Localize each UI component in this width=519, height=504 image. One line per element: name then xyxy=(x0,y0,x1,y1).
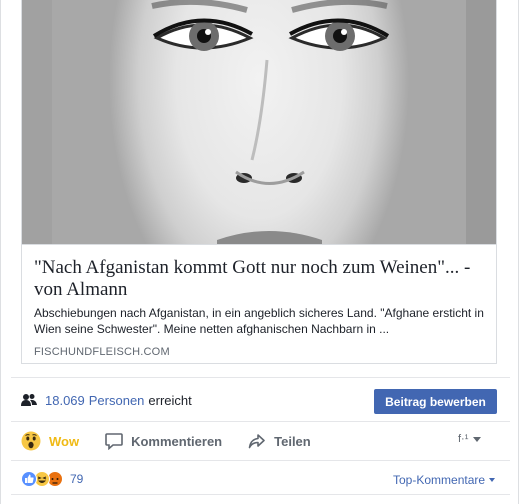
divider xyxy=(11,494,510,495)
reach-row: 18.069 Personen erreicht xyxy=(21,390,192,410)
preview-description: Abschiebungen nach Afganistan, in ein an… xyxy=(34,306,484,336)
language-label: f·¹ xyxy=(458,433,469,445)
wow-label: Wow xyxy=(49,433,80,449)
comment-sort-dropdown[interactable]: Top-Kommentare xyxy=(393,473,496,487)
divider xyxy=(11,460,510,461)
wow-reaction-button[interactable]: Wow xyxy=(21,431,79,451)
share-button[interactable]: Teilen xyxy=(248,432,311,450)
comment-icon xyxy=(105,433,123,450)
preview-title[interactable]: "Nach Afganistan kommt Gott nur noch zum… xyxy=(34,257,486,301)
wow-icon xyxy=(21,431,41,451)
chevron-down-icon xyxy=(489,478,496,482)
preview-image[interactable] xyxy=(22,0,496,245)
people-icon xyxy=(21,394,37,406)
link-preview[interactable]: "Nach Afganistan kommt Gott nur noch zum… xyxy=(21,0,497,364)
share-label: Teilen xyxy=(274,433,311,449)
divider xyxy=(11,377,510,378)
comment-label: Kommentieren xyxy=(131,433,223,449)
divider xyxy=(11,421,510,422)
reach-suffix: erreicht xyxy=(148,392,192,408)
language-selector[interactable]: f·¹ xyxy=(458,433,482,445)
face-illustration xyxy=(22,0,496,244)
reactions-count[interactable]: 79 xyxy=(70,472,83,486)
share-icon xyxy=(248,434,265,449)
boost-post-button[interactable]: Beitrag bewerben xyxy=(374,389,497,414)
comment-button[interactable]: Kommentieren xyxy=(105,432,222,450)
action-bar: Wow Kommentieren Teilen xyxy=(21,428,337,454)
comment-sort-label: Top-Kommentare xyxy=(393,473,486,487)
reactions-summary[interactable]: 79 xyxy=(21,470,83,488)
reach-count[interactable]: 18.069 xyxy=(45,393,85,408)
like-icon xyxy=(21,471,37,487)
post-card: "Nach Afganistan kommt Gott nur noch zum… xyxy=(0,0,519,504)
reach-persons-link[interactable]: Personen xyxy=(89,393,145,408)
preview-domain: FISCHUNDFLEISCH.COM xyxy=(34,346,170,358)
chevron-down-icon xyxy=(473,436,482,442)
